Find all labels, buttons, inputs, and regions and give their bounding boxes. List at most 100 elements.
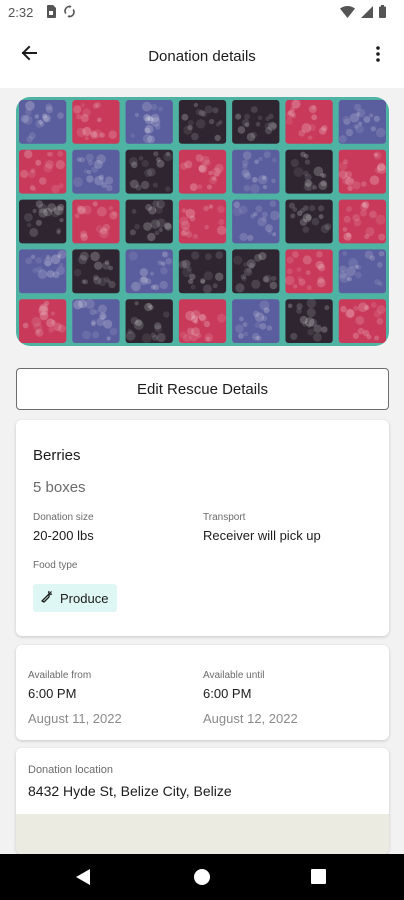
berry-texture — [235, 283, 245, 293]
berry-texture — [306, 298, 317, 309]
more-options-button[interactable] — [368, 42, 388, 70]
berry-texture — [140, 276, 148, 283]
status-right-icons — [340, 5, 386, 23]
edit-rescue-details-button[interactable]: Edit Rescue Details — [16, 368, 389, 410]
berry-texture — [292, 207, 298, 212]
berry-texture — [305, 214, 312, 221]
berry-texture — [140, 180, 150, 190]
berry-texture — [284, 275, 295, 286]
sync-icon — [64, 5, 75, 23]
berry-texture — [360, 209, 367, 217]
berry-texture — [134, 112, 139, 117]
berry-texture — [35, 257, 42, 264]
berry-texture — [94, 309, 99, 314]
berry-texture — [129, 229, 136, 236]
berry-texture — [102, 223, 110, 231]
berry-texture — [131, 281, 141, 292]
donation-size-value: 20-200 lbs — [33, 528, 94, 543]
berry-texture — [191, 132, 199, 141]
berry-texture — [187, 278, 194, 285]
berry-texture — [96, 206, 107, 217]
berry-texture — [216, 225, 227, 236]
nav-recents-icon[interactable] — [311, 869, 326, 884]
berry-texture — [94, 175, 104, 186]
berry-texture — [272, 232, 277, 237]
berry-texture — [28, 132, 36, 140]
berry-texture — [159, 280, 168, 290]
berry-texture — [144, 124, 154, 134]
location-map[interactable] — [16, 814, 389, 854]
nav-back-icon[interactable] — [76, 869, 90, 890]
berry-texture — [370, 126, 376, 132]
app-bar: Donation details — [0, 26, 404, 88]
berry-texture — [362, 201, 370, 209]
berry-texture — [192, 233, 198, 239]
berry-texture — [312, 185, 317, 190]
berry-texture — [179, 216, 189, 226]
berry-texture — [48, 326, 54, 333]
berry-texture — [185, 310, 195, 321]
berry-texture — [318, 205, 325, 212]
food-type-chip: Produce — [33, 584, 118, 612]
berry-texture — [290, 213, 296, 219]
berry-texture — [242, 262, 248, 268]
berry-texture — [306, 323, 312, 328]
berry-texture — [23, 212, 33, 222]
berry-texture — [255, 205, 263, 213]
berry-texture — [378, 250, 385, 257]
berry-texture — [181, 259, 191, 269]
berry-texture — [299, 218, 308, 226]
berry-texture — [307, 135, 313, 141]
berry-texture — [217, 205, 225, 213]
berry-texture — [353, 124, 359, 129]
donation-location-address: 8432 Hyde St, Belize City, Belize — [28, 783, 232, 799]
berry-texture — [83, 168, 89, 174]
berry-texture — [291, 251, 299, 259]
berry-texture — [185, 208, 196, 219]
berry-texture — [264, 122, 272, 130]
berry-texture — [50, 254, 61, 265]
berry-texture — [189, 183, 198, 192]
berry-texture — [217, 313, 226, 323]
berry-texture — [199, 277, 206, 284]
berry-texture — [20, 169, 29, 179]
food-type-label: Food type — [33, 560, 78, 571]
berry-texture — [242, 151, 252, 160]
berry-texture — [342, 251, 348, 256]
berry-texture — [347, 276, 352, 282]
berry-texture — [302, 321, 308, 327]
berry-texture — [235, 113, 242, 120]
berry-texture — [203, 159, 211, 167]
berry-texture — [298, 278, 306, 286]
berry-texture — [145, 203, 153, 211]
berry-texture — [206, 184, 213, 190]
berry-texture — [73, 268, 82, 277]
berry-texture — [252, 176, 258, 183]
berry-texture — [106, 279, 111, 284]
berry-texture — [271, 178, 276, 184]
berry-texture — [296, 267, 302, 272]
transport-label: Transport — [203, 512, 246, 523]
berry-texture — [263, 151, 271, 159]
berry-texture — [150, 332, 156, 338]
berry-texture — [59, 218, 64, 223]
berry-texture — [259, 322, 267, 330]
berry-texture — [266, 325, 273, 331]
berry-texture — [232, 206, 243, 217]
berry-texture — [312, 332, 322, 342]
berry-texture — [374, 167, 381, 174]
berry-texture — [302, 205, 309, 211]
berry-texture — [306, 285, 312, 291]
berry-texture — [369, 175, 380, 186]
location-card: Donation location 8432 Hyde St, Belize C… — [16, 748, 389, 854]
berry-texture — [93, 274, 99, 281]
status-time: 2:32 — [8, 5, 34, 20]
nav-home-icon[interactable] — [194, 869, 210, 885]
berry-texture — [363, 116, 371, 123]
berry-texture — [346, 205, 352, 212]
berry-texture — [26, 222, 32, 228]
berry-texture — [82, 330, 91, 340]
status-bar: 2:32 — [0, 0, 404, 26]
berry-texture — [35, 330, 41, 335]
wifi-icon — [340, 5, 355, 23]
